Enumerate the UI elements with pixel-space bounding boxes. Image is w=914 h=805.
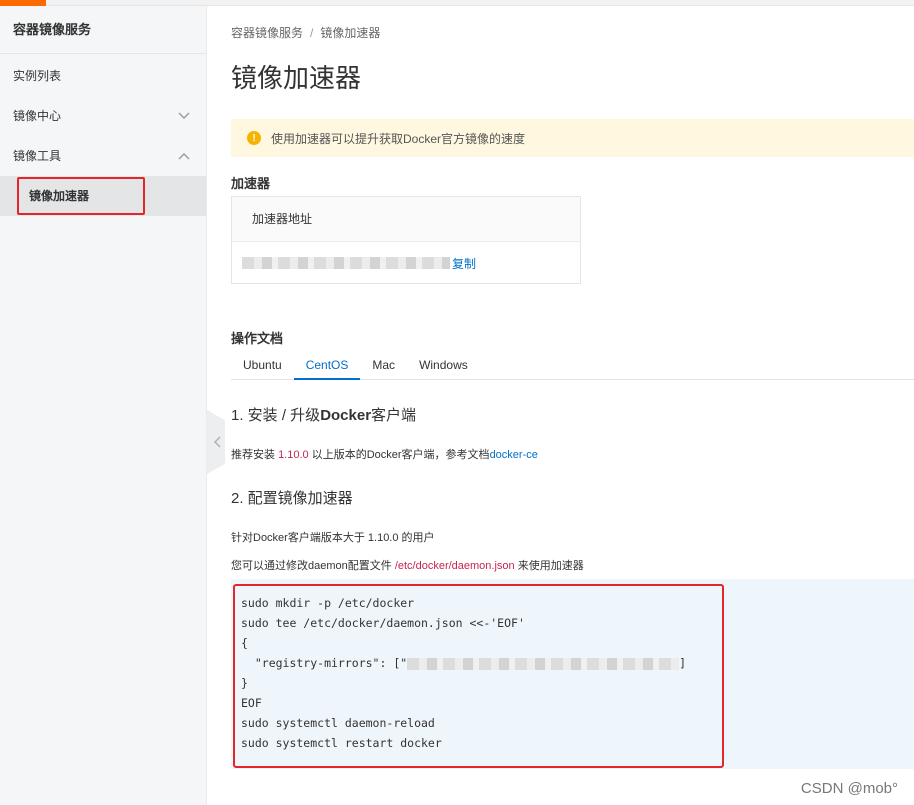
accelerator-table: 加速器地址 复制 (231, 196, 581, 284)
tab-centos[interactable]: CentOS (293, 352, 361, 380)
step1-text-prefix: 推荐安装 (231, 449, 279, 461)
sidebar-item-label: 镜像中心 (13, 109, 62, 123)
info-notice: ! 使用加速器可以提升获取Docker官方镜像的速度 (231, 119, 914, 157)
breadcrumb-current: 镜像加速器 (320, 26, 381, 40)
docker-ce-link[interactable]: docker-ce (490, 449, 538, 461)
page-title: 镜像加速器 (231, 63, 362, 93)
breadcrumb: 容器镜像服务 / 镜像加速器 (231, 24, 380, 41)
step1-title-prefix: 1. 安装 / 升级 (231, 407, 321, 424)
step1-version: 1.10.0 (278, 449, 309, 461)
notice-text: 使用加速器可以提升获取Docker官方镜像的速度 (271, 131, 526, 146)
sidebar-item-image-accelerator[interactable]: 镜像加速器 (0, 176, 206, 216)
chevron-up-icon (178, 136, 190, 176)
step1-title: 1. 安装 / 升级Docker客户端 (231, 404, 416, 425)
docs-section-title: 操作文档 (231, 331, 284, 346)
step2-line2-suffix: 来使用加速器 (514, 560, 584, 572)
tab-windows[interactable]: Windows (407, 352, 480, 380)
redacted-address (242, 257, 450, 269)
sidebar-item-label: 镜像加速器 (29, 189, 90, 203)
breadcrumb-separator: / (310, 26, 314, 40)
step2-line2: 您可以通过修改daemon配置文件 /etc/docker/daemon.jso… (231, 557, 584, 573)
sidebar-item-label: 实例列表 (13, 69, 62, 83)
step2-line2-prefix: 您可以通过修改daemon配置文件 (231, 560, 395, 572)
step1-text: 推荐安装 1.10.0 以上版本的Docker客户端，参考文档docker-ce (231, 446, 538, 462)
sidebar-item-image-tools[interactable]: 镜像工具 (0, 136, 206, 176)
breadcrumb-root[interactable]: 容器镜像服务 (231, 26, 303, 40)
accelerator-address-header: 加速器地址 (232, 197, 580, 242)
code-highlight-box (233, 584, 724, 768)
sidebar-collapse-toggle[interactable] (207, 410, 225, 474)
accelerator-section-title: 加速器 (231, 176, 271, 191)
sidebar-item-instance-list[interactable]: 实例列表 (0, 56, 206, 96)
chevron-left-icon (213, 436, 221, 448)
step2-title: 2. 配置镜像加速器 (231, 490, 353, 507)
watermark: CSDN @mob° (800, 780, 898, 797)
sidebar-title: 容器镜像服务 (0, 6, 206, 54)
step1-title-bold: Docker (320, 407, 372, 424)
tab-mac[interactable]: Mac (360, 352, 407, 380)
step2-line1: 针对Docker客户端版本大于 1.10.0 的用户 (231, 532, 435, 544)
copy-link[interactable]: 复制 (452, 255, 476, 272)
tab-ubuntu[interactable]: Ubuntu (231, 352, 294, 380)
sidebar: 容器镜像服务 实例列表 镜像中心 镜像工具 镜像加速器 (0, 6, 207, 805)
step1-title-suffix: 客户端 (371, 407, 417, 424)
sidebar-item-label: 镜像工具 (13, 149, 62, 163)
step1-text-middle: 以上版本的Docker客户端，参考文档 (308, 449, 490, 461)
chevron-down-icon (178, 96, 190, 136)
sidebar-item-image-center[interactable]: 镜像中心 (0, 96, 206, 136)
daemon-json-path: /etc/docker/daemon.json (394, 560, 515, 572)
warning-icon: ! (247, 131, 261, 145)
accelerator-address-row: 复制 (232, 242, 580, 284)
os-tabs: Ubuntu CentOS Mac Windows (231, 352, 914, 380)
